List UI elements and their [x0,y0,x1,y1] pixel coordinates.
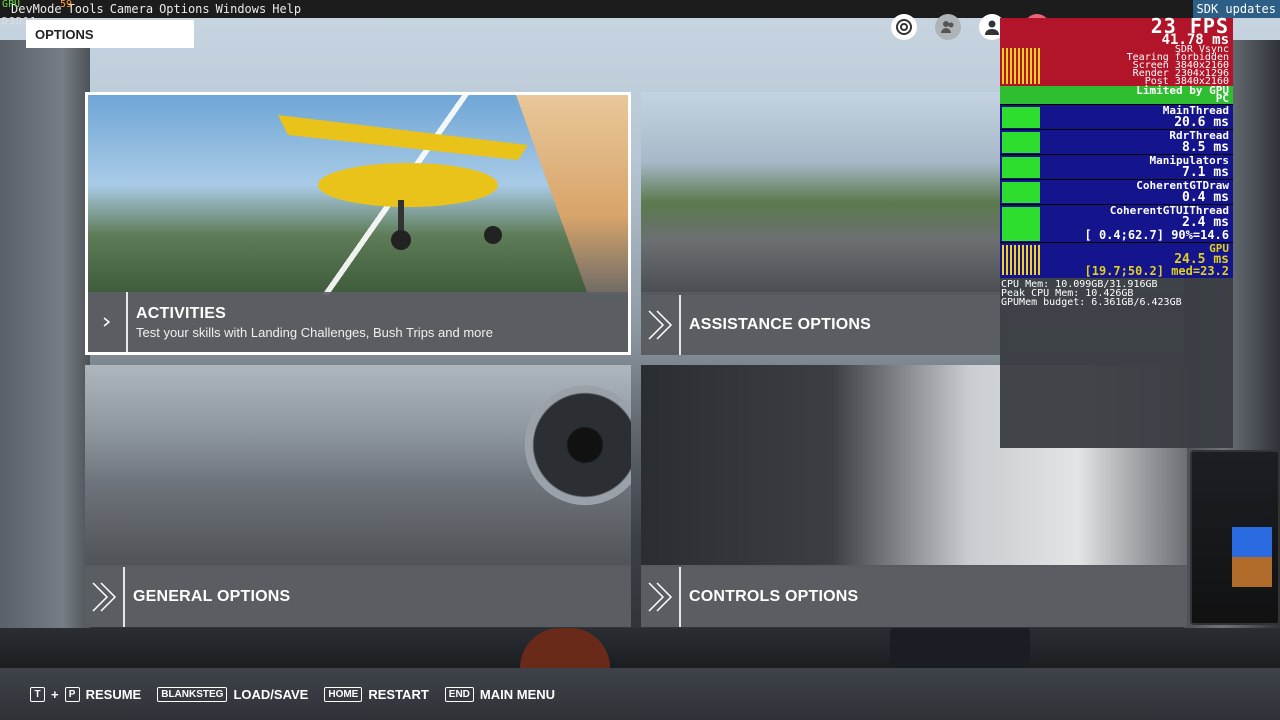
perf-row-rdrthread: RdrThread 8.5 ms [1000,129,1233,154]
assistance-title: ASSISTANCE OPTIONS [689,316,871,333]
activity-icon[interactable] [891,14,917,40]
gpu-stat: GPU [2,0,21,10]
fps-block: 23 FPS 41.78 ms SDR Vsync Tearing forbid… [1000,14,1233,87]
render-info: SDR Vsync Tearing forbidden Screen 3840x… [1127,45,1229,87]
activities-tile[interactable]: ACTIVITIES Test your skills with Landing… [85,92,631,355]
memory-line: GPUMem budget: 6.361GB/6.423GB [1001,297,1182,308]
limited-by-banner: Limited by GPU PC [1000,85,1233,105]
perf-graph [1002,182,1040,203]
gpu-graph [1002,245,1040,275]
perf-graph [1002,157,1040,178]
yellow-plane-image [278,115,528,250]
perf-graph [1002,207,1040,241]
controls-caption: CONTROLS OPTIONS [641,567,1187,627]
menu-windows[interactable]: Windows [213,2,270,16]
controls-title: CONTROLS OPTIONS [689,588,859,605]
restart-button[interactable]: HOME RESTART [324,686,429,702]
load-save-label: LOAD/SAVE [233,686,309,702]
perf-row-value: 7.1 ms [1182,165,1229,180]
activities-caption: ACTIVITIES Test your skills with Landing… [88,292,628,352]
options-tab[interactable]: OPTIONS [26,20,194,48]
perf-graph [1002,132,1040,153]
devmode-menubar: GPU 59 DevMode Tools Camera Options Wind… [0,0,1280,18]
chevron-right-icon [88,292,128,352]
perf-row-value: 8.5 ms [1182,140,1229,155]
avionics-unit [890,628,1030,668]
double-chevron-icon [85,567,125,627]
plus-sign: + [51,686,59,702]
fps-stat: 59 [60,0,73,10]
key-hint: BLANKSTEG [157,686,228,702]
general-options-tile[interactable]: GENERAL OPTIONS [85,365,631,627]
key-hint: HOME [324,686,363,702]
perf-row-mainthread: MainThread 20.6 ms [1000,104,1233,129]
perf-row-coherentgtuithread: CoherentGTUIThread 2.4 ms [ 0.4;62.7] 90… [1000,204,1233,242]
memory-stats: CPU Mem: 10.099GB/31.916GB Peak CPU Mem:… [1000,278,1233,308]
limited-by-platform: PC [1215,92,1229,105]
frame-time-graph [1002,48,1040,84]
cockpit-left-pillar [0,40,90,640]
general-caption: GENERAL OPTIONS [85,567,631,627]
perf-row-manipulators: Manipulators 7.1 ms [1000,154,1233,179]
jet-engine-image [525,385,631,505]
menu-options[interactable]: Options [156,2,213,16]
primary-flight-display [1190,450,1280,625]
attitude-indicator [1232,527,1272,587]
key-hint: T [30,686,45,702]
key-hint: END [444,686,474,702]
resume-button[interactable]: T + P RESUME [30,686,142,702]
double-chevron-icon [641,295,681,355]
bottom-action-bar: T + P RESUME BLANKSTEG LOAD/SAVE HOME RE… [0,668,1280,720]
general-title: GENERAL OPTIONS [133,588,291,605]
perf-row-gpu: GPU 24.5 ms [19.7;50.2] med=23.2 [1000,242,1233,278]
assistance-image [641,92,1001,292]
instrument-panel [0,628,1280,668]
fps-overlay: 23 FPS 41.78 ms SDR Vsync Tearing forbid… [1000,14,1233,448]
assistance-options-tile[interactable]: ASSISTANCE OPTIONS [641,92,1001,355]
assistance-caption: ASSISTANCE OPTIONS [641,295,1001,355]
perf-graph [1002,107,1040,128]
perf-row-coherentgtdraw: CoherentGTDraw 0.4 ms [1000,179,1233,204]
main-menu-label: MAIN MENU [479,686,556,702]
key-hint: P [64,686,80,702]
double-chevron-icon [641,567,681,627]
load-save-button[interactable]: BLANKSTEG LOAD/SAVE [157,686,309,702]
menu-help[interactable]: Help [269,2,304,16]
resume-label: RESUME [85,686,142,702]
activities-subtitle: Test your skills with Landing Challenges… [136,324,493,340]
activities-title: ACTIVITIES [136,304,227,322]
activities-image [88,95,628,295]
perf-row-value: 20.6 ms [1174,115,1229,130]
gpu-range: [19.7;50.2] med=23.2 [1084,264,1230,278]
menu-camera[interactable]: Camera [107,2,156,16]
general-image [85,365,631,565]
restart-label: RESTART [368,686,429,702]
perf-row-range: [ 0.4;62.7] 90%=14.6 [1084,228,1230,242]
people-icon[interactable] [935,14,961,40]
perf-row-value: 0.4 ms [1182,190,1229,205]
main-menu-button[interactable]: END MAIN MENU [444,686,556,702]
